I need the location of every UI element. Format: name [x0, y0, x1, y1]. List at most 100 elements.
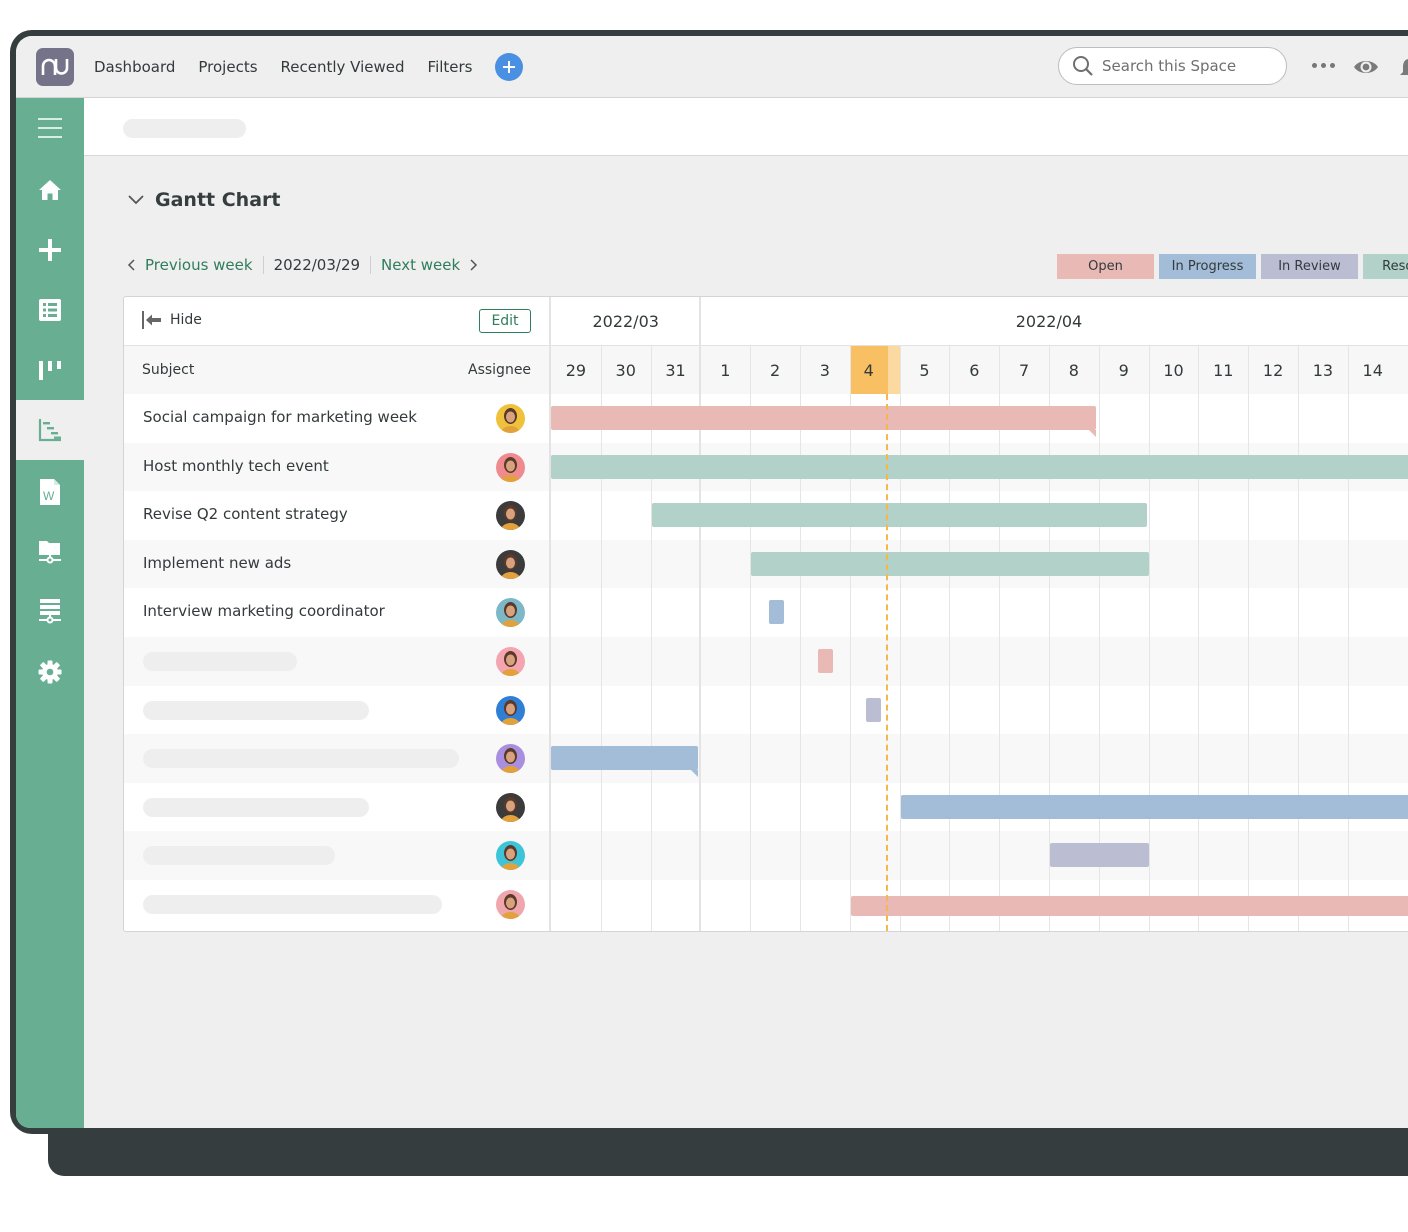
- task-row[interactable]: [124, 880, 549, 929]
- task-bar-in-review[interactable]: [865, 697, 881, 722]
- task-subject[interactable]: Social campaign for marketing week: [143, 408, 417, 426]
- current-date: 2022/03/29: [273, 256, 361, 274]
- add-button[interactable]: [494, 53, 523, 81]
- column-assignee[interactable]: Assignee: [468, 362, 531, 378]
- previous-week-link[interactable]: Previous week: [145, 256, 253, 274]
- task-row[interactable]: [124, 734, 549, 783]
- sidebar-item-menu[interactable]: [16, 98, 84, 158]
- legend-in-progress: In Progress: [1159, 254, 1256, 279]
- app-logo[interactable]: [36, 48, 74, 86]
- divider: [370, 256, 372, 274]
- timeline-row: [551, 588, 1408, 637]
- sidebar-item-gantt[interactable]: [16, 400, 84, 460]
- sidebar-item-create[interactable]: [16, 220, 84, 280]
- task-row[interactable]: Interview marketing coordinator: [124, 588, 549, 637]
- nav-recently-viewed[interactable]: Recently Viewed: [281, 58, 405, 76]
- sidebar-item-home[interactable]: [16, 160, 84, 220]
- day-header-divider: [600, 346, 602, 394]
- task-row[interactable]: Revise Q2 content strategy: [124, 491, 549, 540]
- sidebar-item-board[interactable]: [16, 340, 84, 400]
- day-header-divider: [750, 346, 752, 394]
- task-subject[interactable]: Host monthly tech event: [143, 457, 329, 475]
- task-bar-open[interactable]: [850, 896, 1408, 916]
- assignee-avatar[interactable]: [496, 404, 525, 433]
- legend-label: Resolved: [1382, 259, 1408, 274]
- word-doc-icon: W: [40, 479, 60, 505]
- plus-icon: [39, 239, 61, 261]
- task-row[interactable]: Social campaign for marketing week: [124, 394, 549, 443]
- task-row[interactable]: [124, 637, 549, 686]
- edit-button[interactable]: Edit: [479, 309, 531, 333]
- assignee-avatar[interactable]: [496, 549, 525, 579]
- top-bar: Dashboard Projects Recently Viewed Filte…: [16, 36, 1408, 98]
- bell-icon[interactable]: [1399, 57, 1408, 79]
- chevron-down-icon[interactable]: [127, 194, 145, 206]
- nav-dashboard[interactable]: Dashboard: [94, 58, 175, 76]
- breadcrumb-placeholder: [123, 119, 246, 138]
- breadcrumb: [84, 98, 1408, 156]
- server-icon: [39, 599, 61, 624]
- week-navigation: Previous week 2022/03/29 Next week: [127, 256, 478, 274]
- task-bar-in-progress[interactable]: [768, 600, 784, 625]
- month-header: 2022/03 2022/04: [551, 297, 1408, 346]
- today-marker-line: [885, 394, 888, 931]
- assignee-avatar[interactable]: [496, 501, 525, 531]
- gantt-section-header[interactable]: Gantt Chart: [127, 189, 280, 211]
- section-title: Gantt Chart: [155, 189, 281, 211]
- column-subject[interactable]: Subject: [142, 362, 194, 378]
- task-bar-in-progress[interactable]: [551, 746, 698, 778]
- task-bar-resolved[interactable]: [751, 551, 1149, 576]
- task-row[interactable]: Implement new ads: [124, 539, 549, 589]
- task-bar-open[interactable]: [551, 406, 1097, 437]
- day-label: 5: [919, 360, 930, 380]
- sidebar-item-list[interactable]: [16, 280, 84, 340]
- day-label: 11: [1213, 360, 1234, 380]
- task-subject[interactable]: Implement new ads: [143, 554, 291, 572]
- day-label: 31: [665, 360, 686, 380]
- list-icon: [39, 299, 61, 321]
- timeline-row: [551, 686, 1408, 735]
- assignee-avatar[interactable]: [496, 647, 525, 676]
- nav-filters[interactable]: Filters: [428, 58, 473, 76]
- task-subject[interactable]: Interview marketing coordinator: [143, 602, 385, 620]
- hide-button[interactable]: Hide: [142, 311, 202, 329]
- nav-projects[interactable]: Projects: [198, 58, 257, 76]
- day-label: 6: [969, 360, 980, 380]
- more-icon[interactable]: [1312, 63, 1335, 68]
- task-bar-open[interactable]: [818, 649, 834, 673]
- column-headers: Subject Assignee: [124, 346, 549, 394]
- task-subject-placeholder: [143, 797, 369, 817]
- task-subject-placeholder: [143, 652, 297, 671]
- next-week-link[interactable]: Next week: [381, 256, 460, 274]
- task-row[interactable]: [124, 686, 549, 735]
- top-nav: Dashboard Projects Recently Viewed Filte…: [94, 36, 523, 98]
- task-subject[interactable]: Revise Q2 content strategy: [143, 505, 348, 523]
- task-bar-resolved[interactable]: [551, 454, 1408, 479]
- task-row[interactable]: [124, 783, 549, 832]
- sidebar-item-shared-files[interactable]: [16, 522, 84, 582]
- search-input[interactable]: Search this Space: [1058, 47, 1287, 85]
- sidebar-item-settings[interactable]: [16, 642, 84, 702]
- task-row[interactable]: [124, 831, 549, 880]
- task-subject-placeholder: [143, 895, 442, 914]
- assignee-avatar[interactable]: [496, 841, 525, 871]
- sidebar-item-git[interactable]: [16, 582, 84, 642]
- assignee-avatar[interactable]: [496, 890, 525, 919]
- task-row[interactable]: Host monthly tech event: [124, 442, 549, 492]
- task-bar-in-progress[interactable]: [900, 794, 1408, 819]
- assignee-avatar[interactable]: [496, 792, 525, 822]
- nu-logo-icon: [41, 58, 69, 75]
- sidebar-item-documents[interactable]: W: [16, 462, 84, 522]
- task-list-toolbar: Hide Edit: [124, 297, 549, 346]
- day-header-divider: [1347, 346, 1349, 394]
- watch-eye-icon[interactable]: [1353, 57, 1379, 77]
- assignee-avatar[interactable]: [496, 695, 525, 725]
- day-header-divider: [1248, 346, 1250, 394]
- task-bar-resolved[interactable]: [651, 503, 1148, 528]
- assignee-avatar[interactable]: [496, 744, 525, 774]
- assignee-avatar[interactable]: [496, 598, 525, 628]
- main-content: Gantt Chart Previous week 2022/03/29 Nex…: [84, 98, 1408, 1128]
- task-bar-in-review[interactable]: [1050, 843, 1149, 868]
- assignee-avatar[interactable]: [496, 452, 525, 482]
- day-label: 13: [1312, 360, 1334, 380]
